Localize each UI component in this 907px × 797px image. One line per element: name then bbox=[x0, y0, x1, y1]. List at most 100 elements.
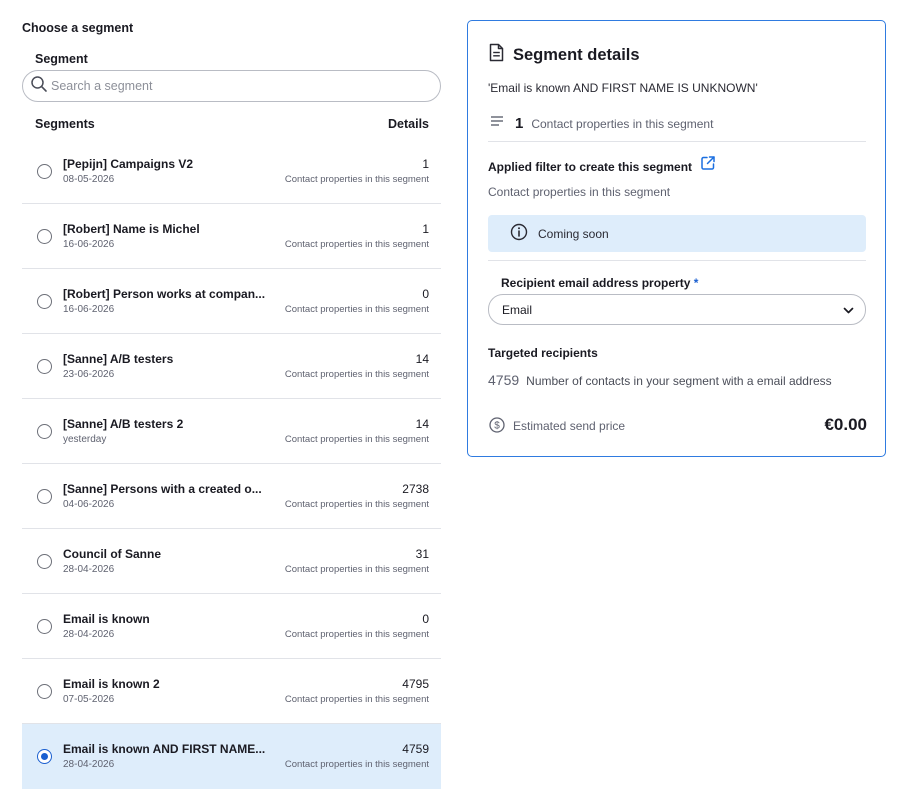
choose-segment-title: Choose a segment bbox=[22, 21, 134, 35]
segment-row[interactable]: [Pepijn] Campaigns V2 08-05-2026 1 Conta… bbox=[22, 139, 441, 204]
segment-count-caption: Contact properties in this segment bbox=[284, 304, 429, 315]
segment-count-caption: Contact properties in this segment bbox=[284, 759, 429, 770]
recipient-select-value: Email bbox=[502, 302, 533, 317]
search-icon bbox=[30, 75, 48, 98]
recipient-label-text: Recipient email address property bbox=[501, 276, 691, 290]
segment-count: 0 bbox=[422, 287, 429, 301]
segment-row-selected[interactable]: Email is known AND FIRST NAME... 28-04-2… bbox=[22, 724, 441, 789]
estimated-price-value: €0.00 bbox=[824, 415, 867, 434]
chevron-down-icon bbox=[843, 307, 854, 314]
segment-name: [Sanne] A/B testers bbox=[63, 352, 174, 366]
segment-date: yesterday bbox=[63, 434, 107, 445]
segment-count: 0 bbox=[422, 612, 429, 626]
segment-row[interactable]: [Sanne] A/B testers 2 yesterday 14 Conta… bbox=[22, 399, 441, 464]
segment-count: 1 bbox=[422, 222, 429, 236]
segment-radio[interactable] bbox=[37, 684, 52, 699]
targeted-caption: Number of contacts in your segment with … bbox=[526, 374, 832, 388]
list-icon bbox=[488, 113, 505, 134]
info-icon bbox=[510, 223, 528, 244]
segment-count-caption: Contact properties in this segment bbox=[284, 174, 429, 185]
targeted-recipients-row: 4759 Number of contacts in your segment … bbox=[488, 372, 832, 388]
details-column-header: Details bbox=[388, 117, 429, 131]
segment-details-card: Segment details 'Email is known AND FIRS… bbox=[467, 20, 886, 457]
property-count: 1 bbox=[515, 115, 524, 132]
segment-date: 28-04-2026 bbox=[63, 629, 115, 640]
segment-radio[interactable] bbox=[37, 294, 52, 309]
segment-count-caption: Contact properties in this segment bbox=[284, 564, 429, 575]
segment-count: 4759 bbox=[402, 742, 429, 756]
segment-radio[interactable] bbox=[37, 424, 52, 439]
segment-date: 08-05-2026 bbox=[63, 174, 115, 185]
document-icon bbox=[488, 43, 513, 67]
segment-date: 07-05-2026 bbox=[63, 694, 115, 705]
search-input[interactable] bbox=[51, 79, 411, 93]
divider bbox=[488, 141, 866, 142]
segment-details-header: Segment details bbox=[488, 43, 640, 67]
segment-count: 14 bbox=[415, 352, 429, 366]
segment-count-caption: Contact properties in this segment bbox=[284, 239, 429, 250]
segment-radio[interactable] bbox=[37, 619, 52, 634]
segment-name: Email is known 2 bbox=[63, 677, 160, 691]
recipient-email-property-select[interactable]: Email bbox=[488, 294, 866, 325]
segment-row[interactable]: [Sanne] A/B testers 23-06-2026 14 Contac… bbox=[22, 334, 441, 399]
segment-row[interactable]: Email is known 2 07-05-2026 4795 Contact… bbox=[22, 659, 441, 724]
estimated-price-label: Estimated send price bbox=[513, 419, 626, 433]
segment-count-caption: Contact properties in this segment bbox=[284, 369, 429, 380]
recipient-email-property-label: Recipient email address property * bbox=[501, 276, 698, 290]
divider bbox=[488, 260, 866, 261]
segment-count: 4795 bbox=[402, 677, 429, 691]
segment-name: [Sanne] A/B testers 2 bbox=[63, 417, 184, 431]
segment-radio[interactable] bbox=[37, 359, 52, 374]
segment-name: Email is known bbox=[63, 612, 150, 626]
segment-radio[interactable] bbox=[37, 554, 52, 569]
segment-row[interactable]: [Robert] Name is Michel 16-06-2026 1 Con… bbox=[22, 204, 441, 269]
segment-details-title: Segment details bbox=[513, 45, 640, 64]
segment-date: 23-06-2026 bbox=[63, 369, 115, 380]
segment-radio[interactable] bbox=[37, 229, 52, 244]
segment-name: Council of Sanne bbox=[63, 547, 162, 561]
segment-row[interactable]: Email is known 28-04-2026 0 Contact prop… bbox=[22, 594, 441, 659]
targeted-recipients-heading: Targeted recipients bbox=[488, 346, 598, 360]
segment-row[interactable]: Council of Sanne 28-04-2026 31 Contact p… bbox=[22, 529, 441, 594]
required-marker: * bbox=[693, 276, 699, 290]
segment-count: 31 bbox=[415, 547, 429, 561]
search-box[interactable] bbox=[22, 70, 441, 102]
segment-radio[interactable] bbox=[37, 164, 52, 179]
coming-soon-text: Coming soon bbox=[538, 226, 609, 241]
segment-count-caption: Contact properties in this segment bbox=[284, 434, 429, 445]
search-label: Segment bbox=[35, 52, 88, 66]
property-count-row: 1 Contact properties in this segment bbox=[488, 113, 868, 134]
segment-count: 2738 bbox=[402, 482, 429, 496]
selected-segment-name: 'Email is known AND FIRST NAME IS UNKNOW… bbox=[488, 81, 758, 95]
segment-list-header: Segments Details bbox=[22, 116, 441, 136]
targeted-count: 4759 bbox=[488, 372, 520, 388]
property-count-caption: Contact properties in this segment bbox=[531, 116, 714, 131]
coming-soon-banner: Coming soon bbox=[488, 215, 866, 252]
segment-row[interactable]: [Robert] Person works at compan... 16-06… bbox=[22, 269, 441, 334]
segment-count-caption: Contact properties in this segment bbox=[284, 629, 429, 640]
external-link-icon[interactable] bbox=[692, 156, 716, 174]
applied-filter-heading: Applied filter to create this segment bbox=[488, 159, 693, 174]
segment-name: [Robert] Name is Michel bbox=[63, 222, 200, 236]
segment-radio[interactable] bbox=[37, 489, 52, 504]
svg-text:$: $ bbox=[494, 421, 500, 432]
segment-name: [Sanne] Persons with a created o... bbox=[63, 482, 262, 496]
segment-row[interactable]: [Sanne] Persons with a created o... 04-0… bbox=[22, 464, 441, 529]
applied-filter-subtext: Contact properties in this segment bbox=[488, 185, 671, 199]
segment-list: [Pepijn] Campaigns V2 08-05-2026 1 Conta… bbox=[22, 139, 441, 789]
segment-date: 16-06-2026 bbox=[63, 239, 115, 250]
segment-count: 1 bbox=[422, 157, 429, 171]
applied-filter-heading-row: Applied filter to create this segment bbox=[488, 156, 716, 174]
segment-count: 14 bbox=[415, 417, 429, 431]
segment-date: 04-06-2026 bbox=[63, 499, 115, 510]
segment-count-caption: Contact properties in this segment bbox=[284, 694, 429, 705]
estimated-price-row: $ Estimated send price €0.00 bbox=[488, 415, 867, 437]
segment-radio-selected[interactable] bbox=[37, 749, 52, 764]
segment-date: 16-06-2026 bbox=[63, 304, 115, 315]
segment-name: [Pepijn] Campaigns V2 bbox=[63, 157, 194, 171]
segment-name: Email is known AND FIRST NAME... bbox=[63, 742, 266, 756]
segment-count-caption: Contact properties in this segment bbox=[284, 499, 429, 510]
segment-date: 28-04-2026 bbox=[63, 564, 115, 575]
segment-name: [Robert] Person works at compan... bbox=[63, 287, 266, 301]
segments-column-header: Segments bbox=[35, 117, 95, 131]
